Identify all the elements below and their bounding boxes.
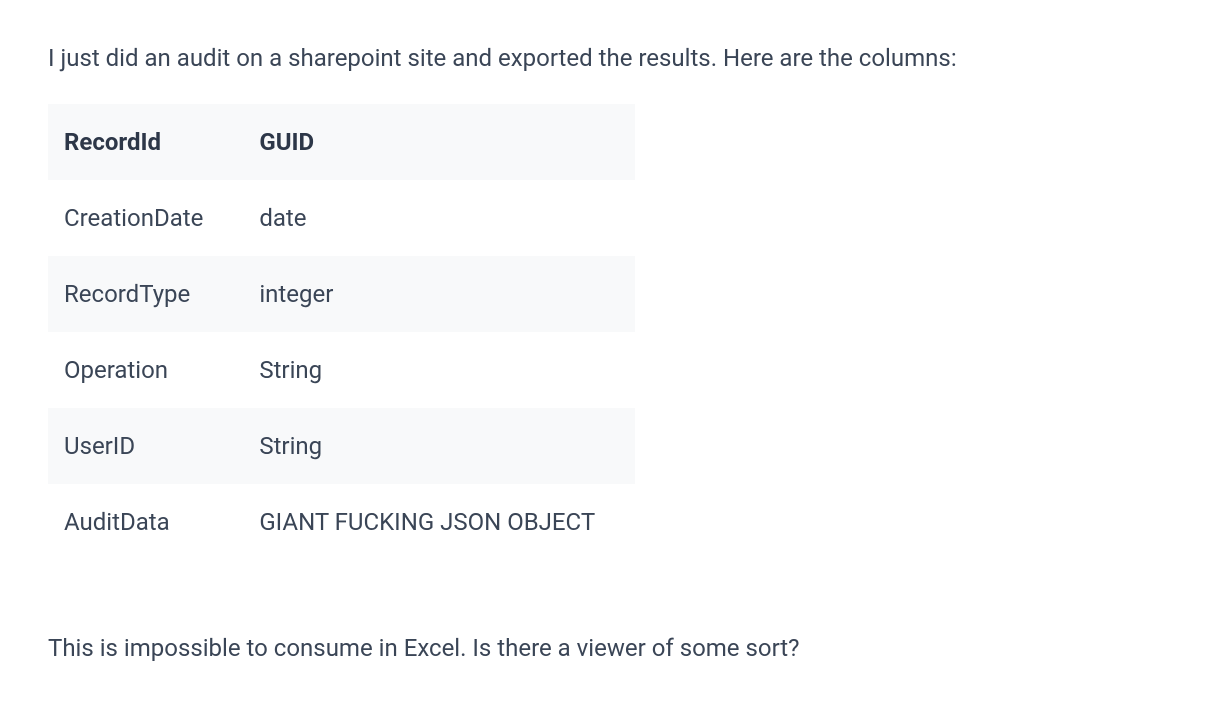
table-row: RecordType integer — [48, 256, 635, 332]
table-cell: integer — [243, 256, 635, 332]
table-cell: CreationDate — [48, 180, 243, 256]
table-header-row: RecordId GUID — [48, 104, 635, 180]
columns-table: RecordId GUID CreationDate date RecordTy… — [48, 104, 635, 560]
table-row: Operation String — [48, 332, 635, 408]
table-cell: date — [243, 180, 635, 256]
table-cell: GIANT FUCKING JSON OBJECT — [243, 484, 635, 560]
intro-paragraph: I just did an audit on a sharepoint site… — [48, 40, 1180, 76]
outro-paragraph: This is impossible to consume in Excel. … — [48, 630, 1180, 666]
table-cell: RecordType — [48, 256, 243, 332]
table-cell: AuditData — [48, 484, 243, 560]
table-cell: Operation — [48, 332, 243, 408]
table-row: AuditData GIANT FUCKING JSON OBJECT — [48, 484, 635, 560]
table-row: UserID String — [48, 408, 635, 484]
table-cell: String — [243, 408, 635, 484]
table-row: CreationDate date — [48, 180, 635, 256]
table-header-cell: GUID — [243, 104, 635, 180]
table-header-cell: RecordId — [48, 104, 243, 180]
table-cell: String — [243, 332, 635, 408]
table-cell: UserID — [48, 408, 243, 484]
